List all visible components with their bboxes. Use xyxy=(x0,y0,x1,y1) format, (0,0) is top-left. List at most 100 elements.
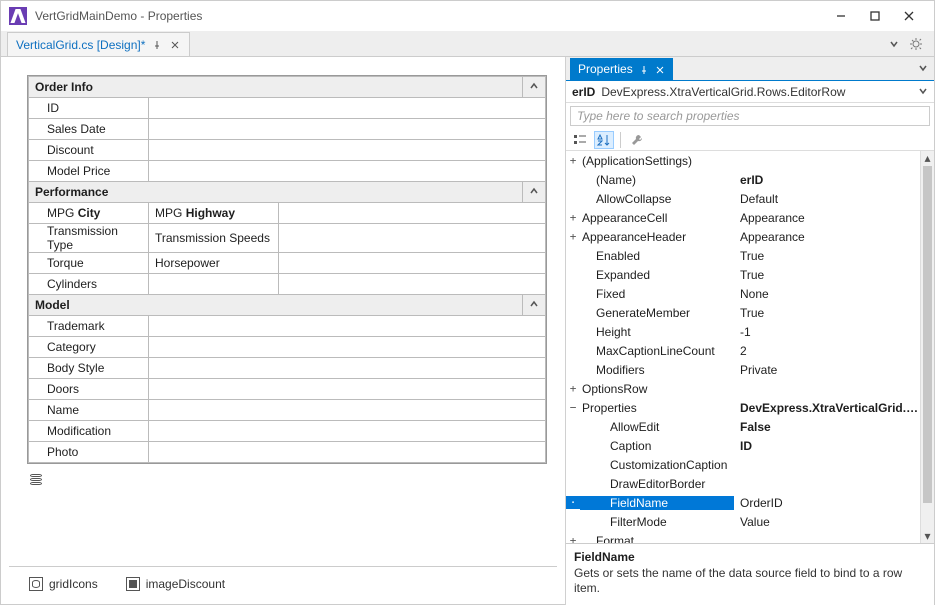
expand-toggle[interactable]: + xyxy=(566,382,580,395)
property-value[interactable]: erID xyxy=(734,173,920,187)
property-row[interactable]: ·AllowCollapseDefault xyxy=(566,189,920,208)
property-value[interactable]: True xyxy=(734,268,920,282)
panel-menu-dropdown[interactable] xyxy=(918,62,934,80)
property-value[interactable]: Appearance xyxy=(734,211,920,225)
document-tab[interactable]: VerticalGrid.cs [Design]* xyxy=(7,32,190,56)
row-label[interactable]: Name xyxy=(29,400,149,421)
properties-list[interactable]: +(ApplicationSettings)·(Name)erID·AllowC… xyxy=(566,151,920,543)
chevron-up-icon[interactable] xyxy=(529,185,539,199)
row-label[interactable]: ID xyxy=(29,98,149,119)
row-value[interactable] xyxy=(149,161,546,182)
property-row[interactable]: +Format xyxy=(566,531,920,543)
row-value[interactable] xyxy=(279,253,546,274)
property-row[interactable]: +(ApplicationSettings) xyxy=(566,151,920,170)
category-label[interactable]: Performance xyxy=(35,185,108,199)
row-label[interactable]: Cylinders xyxy=(29,274,149,295)
row-label[interactable]: Category xyxy=(29,337,149,358)
pin-icon[interactable] xyxy=(151,39,163,51)
property-value[interactable]: Private xyxy=(734,363,920,377)
row-label[interactable]: Photo xyxy=(29,442,149,463)
row-value[interactable] xyxy=(149,421,546,442)
property-row[interactable]: −PropertiesDevExpress.XtraVerticalGrid.R… xyxy=(566,398,920,417)
scroll-up-icon[interactable]: ▴ xyxy=(921,151,934,165)
component-imagediscount[interactable]: imageDiscount xyxy=(126,577,225,591)
property-value[interactable]: OrderID xyxy=(734,496,920,510)
database-icon[interactable] xyxy=(27,474,45,492)
row-label[interactable]: Horsepower xyxy=(149,253,279,274)
wrench-icon[interactable] xyxy=(627,131,647,149)
property-row[interactable]: ·GenerateMemberTrue xyxy=(566,303,920,322)
tab-list-dropdown[interactable] xyxy=(886,36,902,52)
property-value[interactable]: Appearance xyxy=(734,230,920,244)
component-gridicons[interactable]: gridIcons xyxy=(29,577,98,591)
row-label[interactable]: Trademark xyxy=(29,316,149,337)
row-label[interactable]: MPG City xyxy=(29,203,149,224)
scrollbar[interactable]: ▴ ▾ xyxy=(920,151,934,543)
property-row[interactable]: ·AllowEditFalse xyxy=(566,417,920,436)
row-value[interactable] xyxy=(149,140,546,161)
expand-toggle[interactable]: + xyxy=(566,534,580,543)
property-row[interactable]: ·EnabledTrue xyxy=(566,246,920,265)
property-row[interactable]: ·FilterModeValue xyxy=(566,512,920,531)
object-selector[interactable]: erID DevExpress.XtraVerticalGrid.Rows.Ed… xyxy=(566,81,934,103)
property-value[interactable]: -1 xyxy=(734,325,920,339)
property-value[interactable]: Value xyxy=(734,515,920,529)
row-label[interactable]: Sales Date xyxy=(29,119,149,140)
alphabetical-button[interactable] xyxy=(594,131,614,149)
property-row[interactable]: ·(Name)erID xyxy=(566,170,920,189)
scrollbar-thumb[interactable] xyxy=(923,166,932,503)
property-row[interactable]: ·CustomizationCaption xyxy=(566,455,920,474)
category-label[interactable]: Order Info xyxy=(35,80,93,94)
row-value[interactable] xyxy=(149,379,546,400)
row-label[interactable]: Torque xyxy=(29,253,149,274)
properties-tab[interactable]: Properties xyxy=(570,58,673,80)
row-value[interactable] xyxy=(279,274,546,295)
property-value[interactable]: 2 xyxy=(734,344,920,358)
row-label[interactable]: Transmission Speeds xyxy=(149,224,279,253)
maximize-button[interactable] xyxy=(858,4,892,28)
property-value[interactable]: ID xyxy=(734,439,920,453)
row-label[interactable] xyxy=(149,274,279,295)
row-value[interactable] xyxy=(149,119,546,140)
gear-icon[interactable] xyxy=(908,36,924,52)
property-row[interactable]: +OptionsRow xyxy=(566,379,920,398)
property-row[interactable]: +AppearanceHeaderAppearance xyxy=(566,227,920,246)
row-value[interactable] xyxy=(149,316,546,337)
property-row[interactable]: ·Height-1 xyxy=(566,322,920,341)
search-input[interactable] xyxy=(570,106,930,126)
close-icon[interactable] xyxy=(169,39,181,51)
row-label[interactable]: Model Price xyxy=(29,161,149,182)
close-icon[interactable] xyxy=(655,64,665,74)
property-value[interactable]: True xyxy=(734,249,920,263)
row-label[interactable]: Modification xyxy=(29,421,149,442)
row-label[interactable]: MPG Highway xyxy=(149,203,279,224)
row-label[interactable]: Transmission Type xyxy=(29,224,149,253)
row-value[interactable] xyxy=(149,358,546,379)
row-label[interactable]: Discount xyxy=(29,140,149,161)
row-value[interactable] xyxy=(149,337,546,358)
expand-toggle[interactable]: + xyxy=(566,230,580,243)
vertical-grid[interactable]: Order Info ID Sales Date Discount Model … xyxy=(27,75,547,464)
category-label[interactable]: Model xyxy=(35,298,70,312)
property-row[interactable]: +AppearanceCellAppearance xyxy=(566,208,920,227)
row-value[interactable] xyxy=(149,98,546,119)
property-row[interactable]: ·ModifiersPrivate xyxy=(566,360,920,379)
chevron-up-icon[interactable] xyxy=(529,80,539,94)
property-row[interactable]: ·ExpandedTrue xyxy=(566,265,920,284)
property-value[interactable]: DevExpress.XtraVerticalGrid.Row xyxy=(734,401,920,415)
expand-toggle[interactable]: + xyxy=(566,211,580,224)
property-row[interactable]: ·DrawEditorBorder xyxy=(566,474,920,493)
property-value[interactable]: True xyxy=(734,306,920,320)
property-row[interactable]: ·FieldNameOrderID xyxy=(566,493,920,512)
row-value[interactable] xyxy=(149,400,546,421)
property-row[interactable]: ·CaptionID xyxy=(566,436,920,455)
close-button[interactable] xyxy=(892,4,926,28)
property-row[interactable]: ·MaxCaptionLineCount2 xyxy=(566,341,920,360)
expand-toggle[interactable]: + xyxy=(566,154,580,167)
property-value[interactable]: Default xyxy=(734,192,920,206)
row-value[interactable] xyxy=(279,224,546,253)
expand-toggle[interactable]: − xyxy=(566,401,580,414)
property-value[interactable]: False xyxy=(734,420,920,434)
pin-icon[interactable] xyxy=(639,64,649,74)
row-value[interactable] xyxy=(279,203,546,224)
